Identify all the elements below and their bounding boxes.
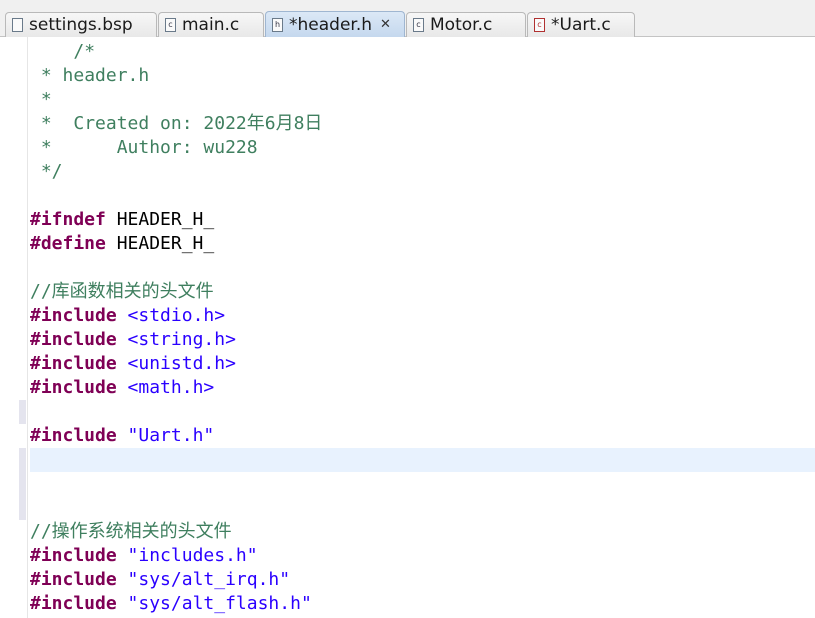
- preprocessor-keyword: #include: [30, 329, 117, 350]
- code-line[interactable]: #include <stdio.h>: [30, 304, 322, 328]
- code-editor[interactable]: /* * header.h * * Created on: 2022年6月8日 …: [0, 37, 815, 618]
- string-literal: <math.h>: [127, 377, 215, 398]
- string-literal: "Uart.h": [127, 425, 215, 446]
- c-source-file-icon: c: [165, 18, 176, 32]
- string-literal: "sys/alt_irq.h": [127, 569, 291, 590]
- preprocessor-keyword: #include: [30, 425, 117, 446]
- tab-label: *Uart.c: [551, 15, 611, 35]
- code-line[interactable]: #ifndef HEADER_H_: [30, 208, 322, 232]
- ruler-divider: [27, 37, 28, 618]
- string-literal: "includes.h": [127, 545, 258, 566]
- string-literal: <stdio.h>: [127, 305, 226, 326]
- comment: //库函数相关的头文件: [30, 281, 214, 302]
- code-line[interactable]: */: [30, 160, 322, 184]
- code-line[interactable]: [30, 400, 322, 424]
- preprocessor-keyword: #include: [30, 305, 117, 326]
- code-line[interactable]: /*: [30, 40, 322, 64]
- tab-label: settings.bsp: [29, 15, 133, 35]
- header-file-icon: h: [272, 17, 283, 32]
- tab-label: Motor.c: [430, 15, 493, 35]
- code-line[interactable]: #include "sys/alt_irq.h": [30, 568, 322, 592]
- preprocessor-keyword: #include: [30, 569, 117, 590]
- string-literal: <string.h>: [127, 329, 236, 350]
- preprocessor-keyword: #include: [30, 377, 117, 398]
- preprocessor-keyword: #include: [30, 353, 117, 374]
- preprocessor-keyword: #define: [30, 233, 106, 254]
- string-literal: "sys/alt_flash.h": [127, 593, 312, 614]
- code-line[interactable]: #include "includes.h": [30, 544, 322, 568]
- code-text-token: HEADER_H_: [105, 209, 215, 230]
- comment: */: [40, 161, 63, 182]
- tab-label: *header.h: [289, 14, 373, 35]
- code-line[interactable]: #include <string.h>: [30, 328, 322, 352]
- code-text[interactable]: /* * header.h * * Created on: 2022年6月8日 …: [30, 40, 322, 616]
- code-line[interactable]: #include "sys/alt_flash.h": [30, 592, 322, 616]
- close-icon[interactable]: ✕: [380, 17, 391, 32]
- document-icon: [12, 18, 23, 32]
- code-text-token: HEADER_H_: [105, 233, 215, 254]
- comment: /*: [73, 41, 96, 62]
- tab-motor-c[interactable]: c Motor.c: [406, 12, 526, 37]
- c-source-error-icon: c: [534, 18, 545, 32]
- code-line[interactable]: [30, 448, 322, 472]
- code-line[interactable]: [30, 256, 322, 280]
- tab-main-c[interactable]: c main.c: [158, 12, 264, 37]
- tab-uart-c[interactable]: c *Uart.c: [527, 12, 635, 37]
- editor-tab-bar: settings.bsp c main.c h *header.h ✕ c Mo…: [0, 0, 815, 37]
- code-line[interactable]: #define HEADER_H_: [30, 232, 322, 256]
- tab-header-h[interactable]: h *header.h ✕: [265, 11, 405, 37]
- c-source-file-icon: c: [413, 18, 424, 32]
- code-line[interactable]: //操作系统相关的头文件: [30, 520, 322, 544]
- annotation-ruler[interactable]: [0, 37, 27, 618]
- string-literal: <unistd.h>: [127, 353, 236, 374]
- change-marker: [19, 448, 26, 520]
- code-line[interactable]: [30, 472, 322, 496]
- code-line[interactable]: [30, 184, 322, 208]
- code-line[interactable]: * header.h: [30, 64, 322, 88]
- comment: * Author: wu228: [40, 137, 258, 158]
- code-line[interactable]: *: [30, 88, 322, 112]
- code-line[interactable]: #include <math.h>: [30, 376, 322, 400]
- code-line[interactable]: //库函数相关的头文件: [30, 280, 322, 304]
- preprocessor-keyword: #include: [30, 545, 117, 566]
- preprocessor-keyword: #ifndef: [30, 209, 106, 230]
- comment: *: [40, 89, 52, 110]
- code-line[interactable]: #include "Uart.h": [30, 424, 322, 448]
- comment: * Created on: 2022年6月8日: [40, 113, 323, 134]
- comment: * header.h: [40, 65, 150, 86]
- code-line[interactable]: [30, 496, 322, 520]
- comment: //操作系统相关的头文件: [30, 521, 232, 542]
- tab-label: main.c: [182, 15, 240, 35]
- code-line[interactable]: * Author: wu228: [30, 136, 322, 160]
- code-line[interactable]: #include <unistd.h>: [30, 352, 322, 376]
- tab-settings-bsp[interactable]: settings.bsp: [5, 12, 157, 37]
- change-marker: [19, 400, 26, 424]
- code-line[interactable]: * Created on: 2022年6月8日: [30, 112, 323, 136]
- preprocessor-keyword: #include: [30, 593, 117, 614]
